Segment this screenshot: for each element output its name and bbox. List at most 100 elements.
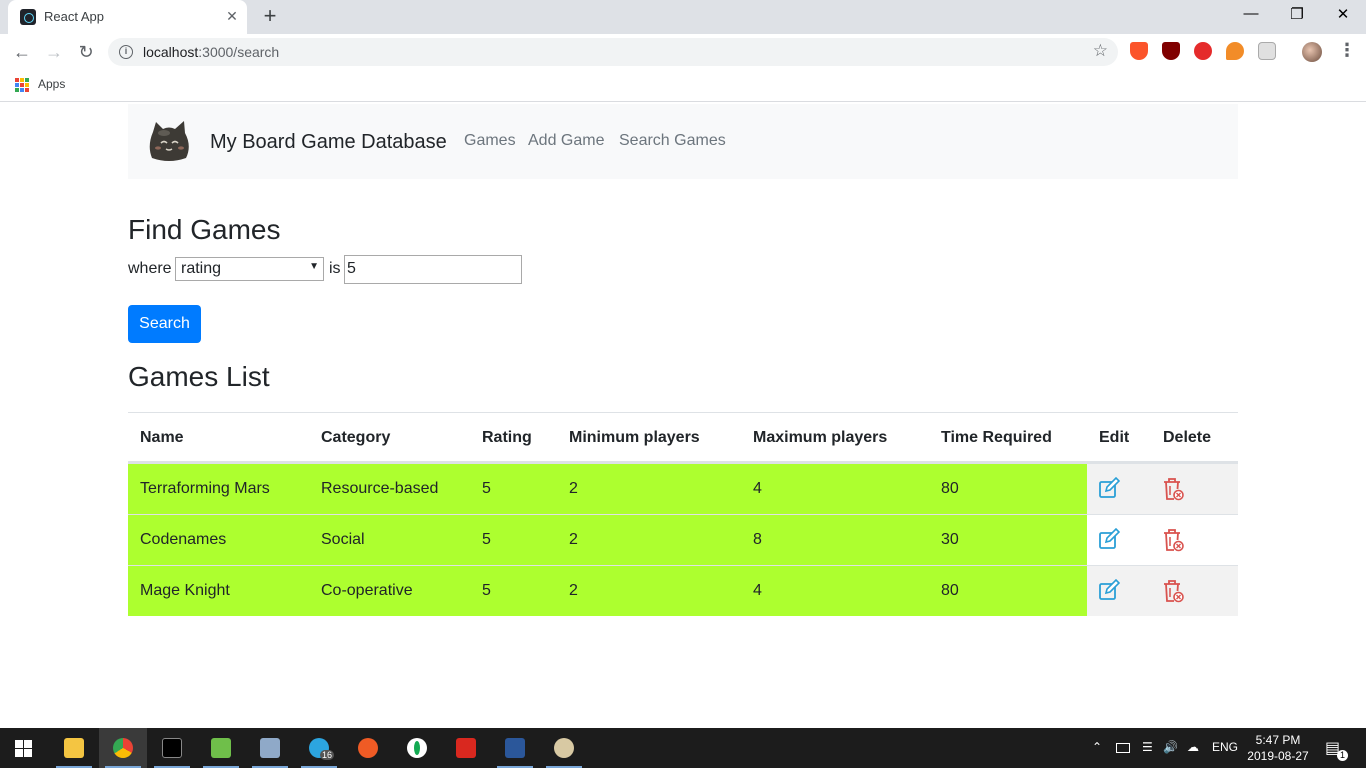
terminal-icon[interactable] bbox=[148, 728, 196, 768]
volume-icon[interactable]: 🔊 bbox=[1163, 740, 1178, 754]
navbar-brand[interactable]: My Board Game Database bbox=[210, 131, 447, 154]
dropdown-arrow-icon: ▼ bbox=[309, 261, 319, 272]
browser-toolbar: ← → ↻ i localhost:3000/search ☆ ⋮ bbox=[0, 34, 1366, 70]
column-header-category: Category bbox=[321, 429, 391, 446]
cell-category: Resource-based bbox=[321, 480, 439, 497]
column-header-max-players: Maximum players bbox=[753, 429, 888, 446]
language-indicator[interactable]: ENG bbox=[1212, 740, 1238, 754]
telegram-badge: 16 bbox=[320, 750, 335, 760]
cell-max-players: 8 bbox=[753, 531, 762, 548]
address-bar[interactable]: i localhost:3000/search ☆ bbox=[108, 38, 1118, 66]
cell-max-players: 4 bbox=[753, 582, 762, 599]
windows-start-icon[interactable] bbox=[15, 740, 32, 757]
cell-rating: 5 bbox=[482, 480, 491, 497]
chrome-taskbar-icon[interactable] bbox=[99, 728, 147, 768]
field-select[interactable]: rating ▼ bbox=[175, 257, 324, 281]
edit-icon[interactable] bbox=[1098, 579, 1120, 601]
system-clock[interactable]: 5:47 PM 2019-08-27 bbox=[1245, 732, 1311, 764]
apps-bookmark[interactable]: Apps bbox=[38, 77, 65, 91]
column-header-delete: Delete bbox=[1163, 429, 1212, 446]
delete-icon[interactable] bbox=[1162, 579, 1184, 603]
postman-icon[interactable] bbox=[344, 728, 392, 768]
where-label: where bbox=[128, 260, 172, 277]
table-row: Mage Knight Co-operative 5 2 4 80 bbox=[128, 565, 1238, 616]
cell-time: 30 bbox=[941, 531, 959, 548]
cell-max-players: 4 bbox=[753, 480, 762, 497]
cell-time: 80 bbox=[941, 582, 959, 599]
image-viewer-icon[interactable] bbox=[246, 728, 294, 768]
extension-box-icon[interactable] bbox=[1258, 42, 1276, 60]
app-navbar: My Board Game Database Games Add Game Se… bbox=[128, 104, 1238, 179]
cell-name: Terraforming Mars bbox=[140, 480, 270, 497]
info-icon[interactable]: i bbox=[119, 45, 133, 59]
reload-icon[interactable]: ↻ bbox=[74, 41, 98, 63]
field-select-value: rating bbox=[181, 260, 222, 277]
cell-name: Mage Knight bbox=[140, 582, 230, 599]
mongodb-icon[interactable] bbox=[393, 728, 441, 768]
file-explorer-icon[interactable] bbox=[50, 728, 98, 768]
clock-time: 5:47 PM bbox=[1255, 733, 1301, 747]
show-hidden-icons-icon[interactable]: ⌃ bbox=[1092, 740, 1102, 754]
minimize-icon[interactable]: — bbox=[1241, 5, 1261, 22]
cell-rating: 5 bbox=[482, 582, 491, 599]
chrome-menu-icon[interactable]: ⋮ bbox=[1338, 40, 1356, 61]
ublock-icon[interactable] bbox=[1162, 42, 1180, 60]
find-games-heading: Find Games bbox=[128, 214, 281, 245]
table-row: Terraforming Mars Resource-based 5 2 4 8… bbox=[128, 463, 1238, 514]
nav-link-games[interactable]: Games bbox=[464, 132, 516, 150]
cell-name: Codenames bbox=[140, 531, 227, 548]
close-window-icon[interactable]: ✕ bbox=[1333, 5, 1353, 23]
column-header-rating: Rating bbox=[482, 429, 532, 446]
table-row: Codenames Social 5 2 8 30 bbox=[128, 514, 1238, 565]
close-tab-icon[interactable]: ✕ bbox=[223, 7, 241, 25]
search-value-input[interactable]: 5 bbox=[344, 255, 522, 284]
browser-tab[interactable]: React App ✕ bbox=[8, 0, 247, 34]
brave-shield-icon[interactable] bbox=[1130, 42, 1148, 60]
edit-icon[interactable] bbox=[1098, 528, 1120, 550]
cell-category: Co-operative bbox=[321, 582, 413, 599]
word-icon[interactable] bbox=[491, 728, 539, 768]
adblock-icon[interactable] bbox=[1194, 42, 1212, 60]
wifi-icon[interactable]: ☰ bbox=[1142, 740, 1153, 754]
games-list-heading: Games List bbox=[128, 361, 270, 392]
cloud-icon[interactable]: ☁ bbox=[1187, 740, 1199, 754]
cell-category: Social bbox=[321, 531, 365, 548]
search-button[interactable]: Search bbox=[128, 305, 201, 343]
restore-icon[interactable]: ❐ bbox=[1287, 5, 1307, 23]
bookmark-star-icon[interactable]: ☆ bbox=[1093, 41, 1108, 61]
nav-link-search-games[interactable]: Search Games bbox=[619, 132, 726, 150]
column-header-name: Name bbox=[140, 429, 184, 446]
new-tab-button[interactable]: + bbox=[259, 5, 281, 27]
nav-link-add-game[interactable]: Add Game bbox=[528, 132, 604, 150]
slime-cat-logo-icon[interactable] bbox=[144, 116, 194, 166]
notifications-badge: 1 bbox=[1337, 750, 1348, 761]
extension-icon[interactable] bbox=[1226, 42, 1244, 60]
cell-min-players: 2 bbox=[569, 531, 578, 548]
url-text: localhost:3000/search bbox=[143, 44, 280, 60]
profile-avatar[interactable] bbox=[1302, 42, 1322, 62]
games-table: Name Category Rating Minimum players Max… bbox=[128, 412, 1238, 616]
tab-title: React App bbox=[44, 9, 104, 24]
clock-date: 2019-08-27 bbox=[1247, 749, 1309, 763]
browser-titlebar: React App ✕ + — ❐ ✕ bbox=[0, 0, 1366, 34]
cell-rating: 5 bbox=[482, 531, 491, 548]
column-header-min-players: Minimum players bbox=[569, 429, 700, 446]
apps-grid-icon[interactable] bbox=[15, 78, 29, 92]
table-header: Name Category Rating Minimum players Max… bbox=[128, 413, 1238, 463]
cell-time: 80 bbox=[941, 480, 959, 497]
notepad-icon[interactable] bbox=[197, 728, 245, 768]
cell-min-players: 2 bbox=[569, 582, 578, 599]
column-header-edit: Edit bbox=[1099, 429, 1130, 446]
telegram-icon[interactable]: 16 bbox=[295, 728, 343, 768]
back-arrow-icon[interactable]: ← bbox=[10, 41, 34, 63]
forward-arrow-icon[interactable]: → bbox=[42, 41, 66, 63]
acrobat-icon[interactable] bbox=[442, 728, 490, 768]
column-header-time: Time Required bbox=[941, 429, 1052, 446]
paint-icon[interactable] bbox=[540, 728, 588, 768]
edit-icon[interactable] bbox=[1098, 477, 1120, 499]
delete-icon[interactable] bbox=[1162, 528, 1184, 552]
delete-icon[interactable] bbox=[1162, 477, 1184, 501]
battery-icon[interactable] bbox=[1116, 743, 1130, 753]
windows-taskbar: 16 ⌃ ☰ 🔊 ☁ ENG 5:47 PM 2019-08-27 ▤ 1 bbox=[0, 728, 1366, 768]
react-favicon-icon bbox=[20, 9, 36, 25]
